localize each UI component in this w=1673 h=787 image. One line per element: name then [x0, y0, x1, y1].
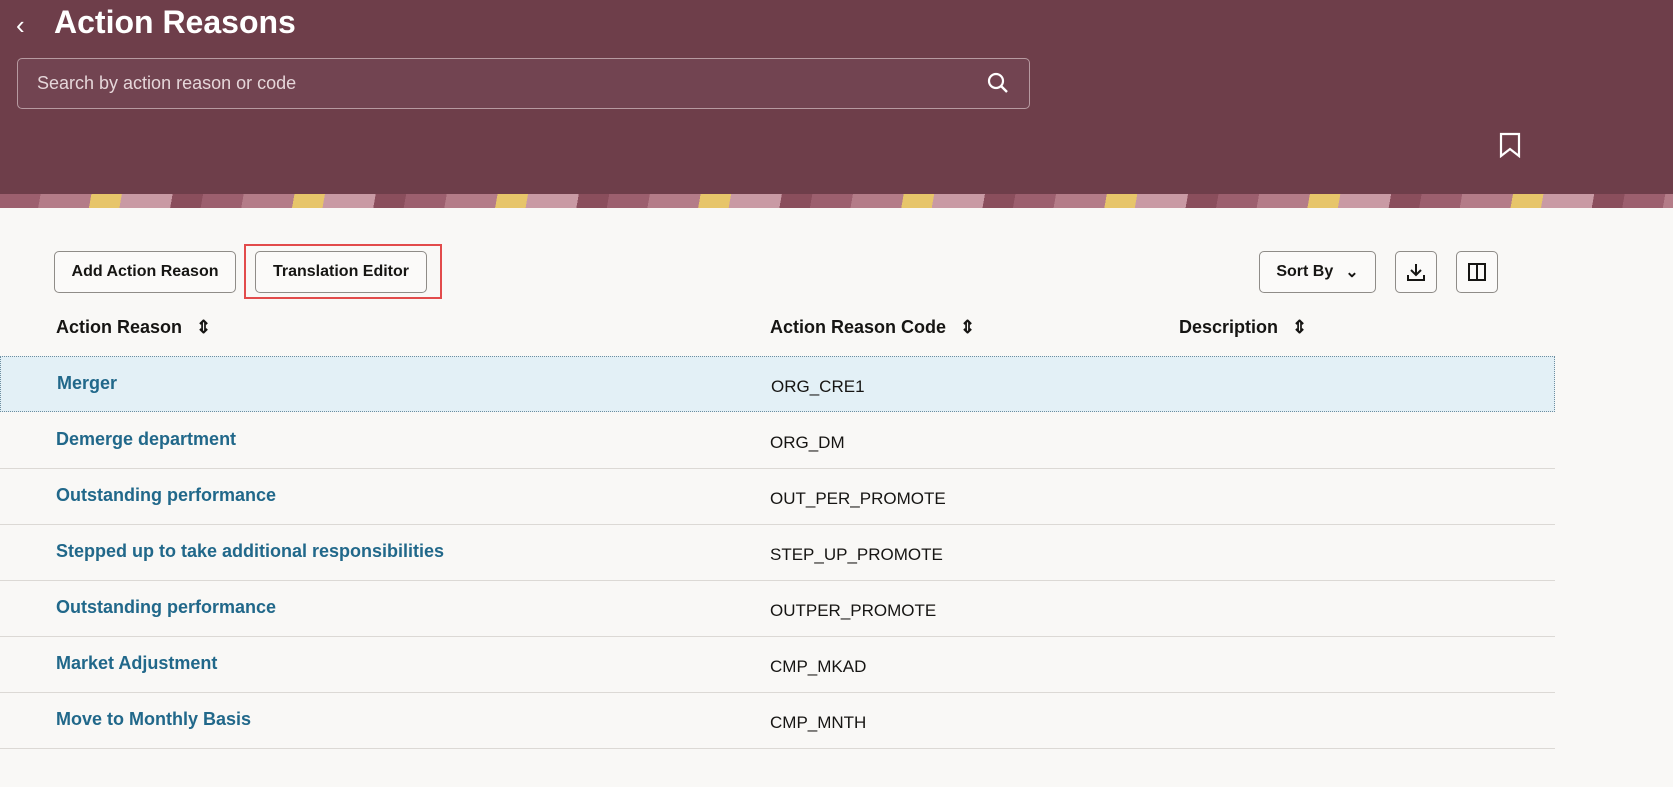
table-row[interactable]: Demerge department ORG_DM	[0, 413, 1555, 469]
bookmark-icon[interactable]	[1499, 132, 1521, 158]
column-label: Action Reason Code	[770, 317, 947, 337]
table-row[interactable]: Outstanding performance OUT_PER_PROMOTE	[0, 469, 1555, 525]
action-reason-code: CMP_MNTH	[770, 713, 867, 732]
table-row[interactable]: Outstanding performance OUTPER_PROMOTE	[0, 581, 1555, 637]
columns-button[interactable]	[1456, 251, 1498, 293]
action-reason-code: ORG_CRE1	[771, 377, 865, 396]
action-reason-code: STEP_UP_PROMOTE	[770, 545, 943, 564]
column-label: Action Reason	[56, 317, 183, 337]
action-reason-link[interactable]: Move to Monthly Basis	[56, 709, 251, 730]
column-label: Description	[1179, 317, 1279, 337]
sort-icon: ⇕	[960, 317, 976, 337]
action-reason-link[interactable]: Demerge department	[56, 429, 236, 450]
action-reason-link[interactable]: Outstanding performance	[56, 485, 276, 506]
decorative-banner	[0, 194, 1673, 208]
sort-by-button[interactable]: Sort By ⌄	[1259, 251, 1376, 293]
translation-editor-button[interactable]: Translation Editor	[255, 251, 427, 293]
download-button[interactable]	[1395, 251, 1437, 293]
chevron-down-icon: ⌄	[1345, 264, 1359, 281]
download-icon	[1407, 264, 1425, 281]
sort-icon: ⇕	[1292, 317, 1308, 337]
column-header-description[interactable]: Description ⇕	[1179, 317, 1307, 338]
table-row[interactable]: Market Adjustment CMP_MKAD	[0, 637, 1555, 693]
table-row[interactable]: Move to Monthly Basis CMP_MNTH	[0, 693, 1555, 749]
action-reason-code: ORG_DM	[770, 433, 845, 452]
action-reason-link[interactable]: Stepped up to take additional responsibi…	[56, 541, 444, 562]
back-chevron-icon[interactable]: ‹	[16, 10, 25, 41]
action-reason-code: OUTPER_PROMOTE	[770, 601, 937, 620]
action-reason-code: OUT_PER_PROMOTE	[770, 489, 946, 508]
sort-by-label: Sort By	[1276, 263, 1334, 280]
action-reason-code: CMP_MKAD	[770, 657, 867, 676]
table-row[interactable]: Merger ORG_CRE1	[0, 356, 1555, 412]
search-input[interactable]	[18, 59, 1029, 108]
column-header-action-reason-code[interactable]: Action Reason Code ⇕	[770, 317, 975, 338]
search-icon[interactable]	[987, 72, 1009, 94]
action-reason-link[interactable]: Merger	[57, 373, 117, 394]
search-field[interactable]	[17, 58, 1030, 109]
page-title: Action Reasons	[54, 4, 296, 40]
sort-icon: ⇕	[196, 317, 212, 337]
column-header-action-reason[interactable]: Action Reason ⇕	[56, 317, 211, 338]
add-action-reason-button[interactable]: Add Action Reason	[54, 251, 236, 293]
table-row[interactable]: Stepped up to take additional responsibi…	[0, 525, 1555, 581]
action-reason-link[interactable]: Outstanding performance	[56, 597, 276, 618]
action-reason-link[interactable]: Market Adjustment	[56, 653, 217, 674]
columns-icon	[1468, 263, 1486, 281]
